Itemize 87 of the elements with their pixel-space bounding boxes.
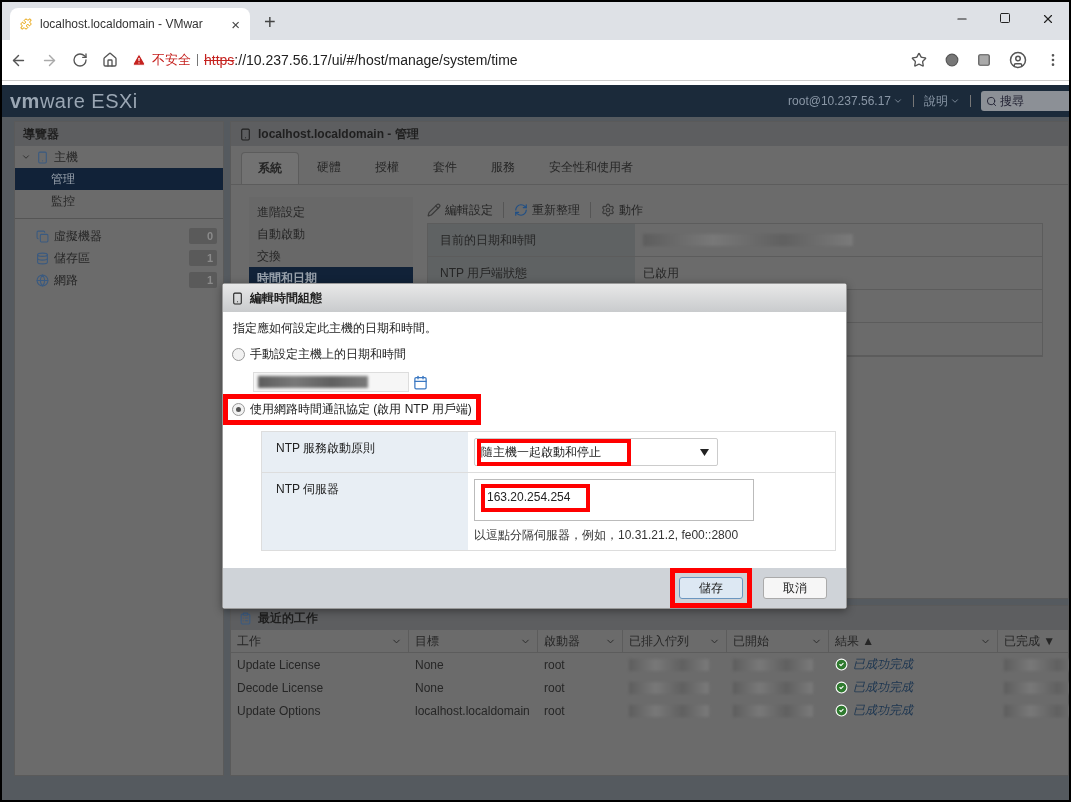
new-tab-button[interactable]: + bbox=[264, 11, 276, 34]
status-text: 已成功完成 bbox=[853, 702, 913, 719]
field-label: NTP 伺服器 bbox=[262, 473, 468, 550]
chevron-down-icon bbox=[950, 96, 960, 106]
calendar-icon[interactable] bbox=[413, 374, 428, 390]
instruction-text: 指定應如何設定此主機的日期和時間。 bbox=[233, 320, 438, 337]
tab-title: localhost.localdomain - VMwar bbox=[40, 17, 203, 31]
dialog-button[interactable]: 取消 bbox=[763, 577, 827, 599]
radio-option[interactable]: 使用網路時間通訊協定 (啟用 NTP 用戶端) bbox=[223, 394, 481, 425]
close-tab-button[interactable]: × bbox=[231, 15, 240, 33]
help-menu[interactable]: 說明 bbox=[924, 92, 960, 110]
home-icon[interactable] bbox=[102, 52, 118, 68]
search-field[interactable]: 搜尋 bbox=[981, 91, 1069, 111]
table-cell: None bbox=[415, 657, 444, 672]
caret-icon bbox=[700, 448, 709, 456]
radio-circle[interactable] bbox=[232, 348, 245, 361]
url-text: https://10.237.56.17/ui/#/host/manage/system/time bbox=[204, 52, 518, 68]
nav-item[interactable]: 主機 bbox=[15, 146, 223, 168]
column-header[interactable]: 已排入佇列 bbox=[623, 630, 727, 653]
status-text: 已成功完成 bbox=[853, 679, 913, 696]
toolbar-button[interactable]: 動作 bbox=[601, 201, 643, 219]
column-header[interactable]: 啟動器 bbox=[538, 630, 623, 653]
hint-text: 以逗點分隔伺服器，例如，10.31.21.2, fe00::2800 bbox=[474, 527, 740, 544]
nav-item[interactable]: 監控 bbox=[15, 190, 223, 212]
check-icon bbox=[835, 658, 848, 671]
tab[interactable]: 授權 bbox=[359, 152, 415, 184]
dialog-title-text: 編輯時間組態 bbox=[250, 289, 322, 307]
date-field[interactable] bbox=[253, 372, 409, 392]
submenu-item[interactable]: 進階設定 bbox=[249, 201, 413, 223]
tab[interactable]: 安全性和使用者 bbox=[533, 152, 649, 184]
toolbar-button[interactable]: 編輯設定 bbox=[427, 201, 493, 219]
tab[interactable]: 硬體 bbox=[301, 152, 357, 184]
nav-icon bbox=[36, 251, 49, 265]
table-cell: Update Options bbox=[237, 703, 321, 718]
dialog-button[interactable]: 儲存 bbox=[679, 577, 743, 599]
nav-icon bbox=[36, 273, 49, 287]
edit-icon bbox=[427, 203, 441, 217]
servers-textarea[interactable]: 163.20.254.254 bbox=[474, 479, 754, 521]
property-value: 已啟用 bbox=[643, 264, 679, 282]
status-text: 已成功完成 bbox=[853, 656, 913, 673]
navigator-title: 導覽器 bbox=[15, 122, 223, 146]
toolbar-button[interactable]: 重新整理 bbox=[514, 201, 580, 219]
refresh-icon bbox=[514, 203, 528, 217]
policy-select[interactable]: 隨主機一起啟動和停止 bbox=[474, 438, 718, 466]
reload-icon[interactable] bbox=[72, 52, 88, 68]
nav-icon bbox=[36, 150, 49, 164]
host-icon bbox=[239, 127, 252, 141]
table-cell: Decode License bbox=[237, 680, 324, 695]
table-cell: root bbox=[544, 657, 565, 672]
nav-icon bbox=[36, 229, 49, 243]
clipboard-icon bbox=[239, 611, 252, 625]
check-icon bbox=[835, 681, 848, 694]
table-cell: root bbox=[544, 703, 565, 718]
column-header[interactable]: 已開始 bbox=[727, 630, 829, 653]
search-icon bbox=[986, 95, 997, 107]
tab[interactable]: 服務 bbox=[475, 152, 531, 184]
host-icon bbox=[231, 291, 244, 305]
star-icon[interactable] bbox=[911, 52, 927, 68]
nav-item[interactable]: 管理 bbox=[15, 168, 223, 190]
chevron-down-icon bbox=[893, 96, 903, 106]
table-cell: localhost.localdomain bbox=[415, 703, 530, 718]
submenu-item[interactable]: 交換 bbox=[249, 245, 413, 267]
close-icon[interactable] bbox=[1041, 12, 1055, 26]
submenu-item[interactable]: 自動啟動 bbox=[249, 223, 413, 245]
tab[interactable]: 系統 bbox=[241, 152, 299, 184]
panel-title-text: localhost.localdomain - 管理 bbox=[258, 125, 419, 143]
browser-tab[interactable]: localhost.localdomain - VMwar × bbox=[10, 8, 250, 40]
column-header[interactable]: 已完成 ▼ bbox=[998, 630, 1069, 653]
warning-icon bbox=[132, 53, 146, 67]
check-icon bbox=[835, 704, 848, 717]
expand-icon bbox=[21, 152, 31, 162]
user-menu[interactable]: root@10.237.56.17 bbox=[788, 94, 903, 108]
tab[interactable]: 套件 bbox=[417, 152, 473, 184]
vmware-esxi-logo: vmware ESXi bbox=[10, 89, 138, 113]
column-header[interactable]: 目標 bbox=[409, 630, 538, 653]
field-label: NTP 服務啟動原則 bbox=[262, 432, 468, 472]
radio-circle[interactable] bbox=[232, 403, 245, 416]
actions-icon bbox=[601, 203, 615, 217]
tasks-title-text: 最近的工作 bbox=[258, 609, 318, 627]
table-cell: None bbox=[415, 680, 444, 695]
security-label: 不安全 bbox=[152, 51, 191, 69]
profile-icon[interactable] bbox=[1009, 51, 1027, 69]
column-header[interactable]: 結果 ▲ bbox=[829, 630, 998, 653]
maximize-icon[interactable] bbox=[999, 12, 1011, 24]
table-cell: root bbox=[544, 680, 565, 695]
column-header[interactable]: 工作 bbox=[231, 630, 409, 653]
table-cell: Update License bbox=[237, 657, 321, 672]
